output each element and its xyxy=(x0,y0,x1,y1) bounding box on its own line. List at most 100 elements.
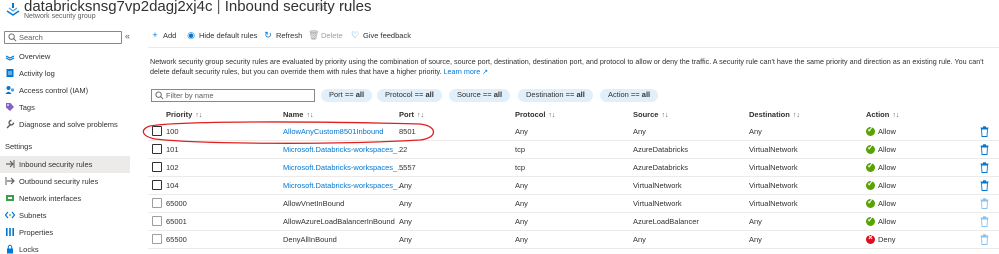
eye-icon: ◉ xyxy=(187,30,195,40)
iam-icon xyxy=(5,86,15,94)
table-row[interactable]: 102 Microsoft.Databricks-workspaces_... 55… xyxy=(148,159,999,177)
allow-check-icon: ✓ xyxy=(866,179,875,190)
table-row[interactable]: 65500 DenyAllInBound Any Any Any Any × Deny xyxy=(148,231,999,249)
delete-row-icon[interactable] xyxy=(980,162,989,173)
protocol-filter-pill[interactable]: Protocol == all xyxy=(377,89,442,102)
network-security-group-icon xyxy=(6,3,20,16)
action-label: Allow xyxy=(878,145,896,154)
table-row[interactable]: 100 AllowAnyCustom8501Inbound 8501 Any Any An… xyxy=(148,123,999,141)
sidebar-item-inbound-security-rules[interactable]: Inbound security rules xyxy=(0,156,130,173)
sort-icon: ↑↓ xyxy=(195,112,203,119)
cell-source: AzureLoadBalancer xyxy=(633,217,699,226)
sidebar-item-label: Inbound security rules xyxy=(19,160,93,169)
table-row[interactable]: 104 Microsoft.Databricks-workspaces_... An… xyxy=(148,177,999,195)
refresh-icon: ↻ xyxy=(264,30,272,40)
row-checkbox[interactable] xyxy=(152,144,162,154)
cell-destination: Any xyxy=(749,235,762,244)
cell-source: AzureDatabricks xyxy=(633,163,689,172)
sidebar-item-access-control[interactable]: Access control (IAM) xyxy=(0,82,130,99)
add-button[interactable]: + Add xyxy=(150,30,176,40)
column-header-destination[interactable]: Destination ↑↓ xyxy=(749,110,800,119)
sidebar-item-locks[interactable]: Locks xyxy=(0,241,130,254)
toolbar-divider xyxy=(148,47,999,48)
favorite-star-icon[interactable]: ☆ xyxy=(316,0,326,13)
sort-icon: ↑↓ xyxy=(661,112,669,119)
cell-action: ✓ Allow xyxy=(866,161,896,172)
cell-name[interactable]: AllowAnyCustom8501Inbound xyxy=(283,127,383,136)
cell-priority: 65500 xyxy=(166,235,187,244)
activity-log-icon xyxy=(6,69,14,77)
table-row[interactable]: 101 Microsoft.Databricks-workspaces_... 22… xyxy=(148,141,999,159)
column-header-priority[interactable]: Priority ↑↓ xyxy=(166,110,202,119)
sidebar-item-activity-log[interactable]: Activity log xyxy=(0,65,130,82)
delete-row-icon[interactable] xyxy=(980,180,989,191)
sidebar-item-label: Outbound security rules xyxy=(19,177,99,186)
cell-name[interactable]: Microsoft.Databricks-workspaces_... xyxy=(283,163,403,172)
allow-check-icon: ✓ xyxy=(866,125,875,136)
column-header-source[interactable]: Source ↑↓ xyxy=(633,110,668,119)
delete-row-icon[interactable] xyxy=(980,126,989,137)
tag-icon xyxy=(6,103,14,111)
delete-row-icon[interactable] xyxy=(980,144,989,155)
feedback-icon: ♡ xyxy=(350,30,360,40)
sidebar-item-subnets[interactable]: Subnets xyxy=(0,207,130,224)
subnet-icon xyxy=(5,211,15,219)
cell-destination: VirtualNetwork xyxy=(749,145,798,154)
refresh-button[interactable]: ↻ Refresh xyxy=(263,30,302,41)
cell-port: Any xyxy=(399,235,412,244)
column-header-port[interactable]: Port ↑↓ xyxy=(399,110,424,119)
sidebar-item-properties[interactable]: Properties xyxy=(0,224,130,241)
sort-icon: ↑↓ xyxy=(306,112,314,119)
sidebar-item-network-interfaces[interactable]: Network interfaces xyxy=(0,190,130,207)
cell-name[interactable]: Microsoft.Databricks-workspaces_... xyxy=(283,181,403,190)
page-header: databricksnsg7vp2dagj2xj4c | Inbound sec… xyxy=(0,0,999,26)
cell-action: ✓ Allow xyxy=(866,215,896,226)
cell-protocol: Any xyxy=(515,199,528,208)
wrench-icon xyxy=(6,119,15,129)
sidebar-search-input[interactable]: Search xyxy=(4,31,122,44)
collapse-sidebar-icon[interactable]: « xyxy=(125,31,130,41)
table-row[interactable]: 65001 AllowAzureLoadBalancerInBound Any Any… xyxy=(148,213,999,231)
column-header-protocol[interactable]: Protocol ↑↓ xyxy=(515,110,555,119)
cell-source: VirtualNetwork xyxy=(633,199,682,208)
give-feedback-button[interactable]: ♡ Give feedback xyxy=(350,30,411,41)
source-filter-pill[interactable]: Source == all xyxy=(449,89,511,102)
sidebar-item-diagnose[interactable]: Diagnose and solve problems xyxy=(0,116,130,133)
allow-check-icon: ✓ xyxy=(866,143,875,154)
deny-x-icon: × xyxy=(866,233,875,244)
destination-filter-pill[interactable]: Destination == all xyxy=(518,89,593,102)
action-label: Deny xyxy=(878,235,896,244)
overview-icon xyxy=(5,55,15,61)
cell-name[interactable]: Microsoft.Databricks-workspaces_... xyxy=(283,145,403,154)
sort-icon: ↑↓ xyxy=(792,112,800,119)
row-checkbox[interactable] xyxy=(152,180,162,190)
sidebar-item-label: Overview xyxy=(19,52,51,61)
cell-port: Any xyxy=(399,217,412,226)
search-placeholder: Search xyxy=(19,33,43,42)
action-filter-pill[interactable]: Action == all xyxy=(600,89,659,102)
sidebar-item-outbound-security-rules[interactable]: Outbound security rules xyxy=(0,173,130,190)
add-label: Add xyxy=(163,31,177,40)
allow-check-icon: ✓ xyxy=(866,161,875,172)
port-filter-pill[interactable]: Port == all xyxy=(321,89,373,102)
learn-more-link[interactable]: Learn more ↗ xyxy=(444,67,489,76)
sidebar-item-tags[interactable]: Tags xyxy=(0,99,130,116)
row-checkbox[interactable] xyxy=(152,162,162,172)
cell-source: Any xyxy=(633,235,646,244)
nic-icon xyxy=(6,195,14,201)
cell-destination: VirtualNetwork xyxy=(749,181,798,190)
description-text: Network security group security rules ar… xyxy=(150,57,999,77)
column-header-name[interactable]: Name ↑↓ xyxy=(283,110,313,119)
row-checkbox[interactable] xyxy=(152,126,162,136)
delete-button[interactable]: 🗑 Delete xyxy=(308,30,343,41)
filter-by-name-input[interactable]: Filter by name xyxy=(151,89,315,102)
sidebar-item-label: Access control (IAM) xyxy=(19,86,89,95)
cell-action: × Deny xyxy=(866,233,896,244)
outbound-icon xyxy=(5,177,15,185)
column-header-action[interactable]: Action ↑↓ xyxy=(866,110,899,119)
sidebar-item-overview[interactable]: Overview xyxy=(0,48,130,65)
action-label: Allow xyxy=(878,181,896,190)
more-options-icon[interactable]: ··· xyxy=(340,0,354,11)
hide-default-rules-button[interactable]: ◉ Hide default rules xyxy=(186,30,257,41)
table-row[interactable]: 65000 AllowVnetInBound Any Any VirtualNetwor… xyxy=(148,195,999,213)
